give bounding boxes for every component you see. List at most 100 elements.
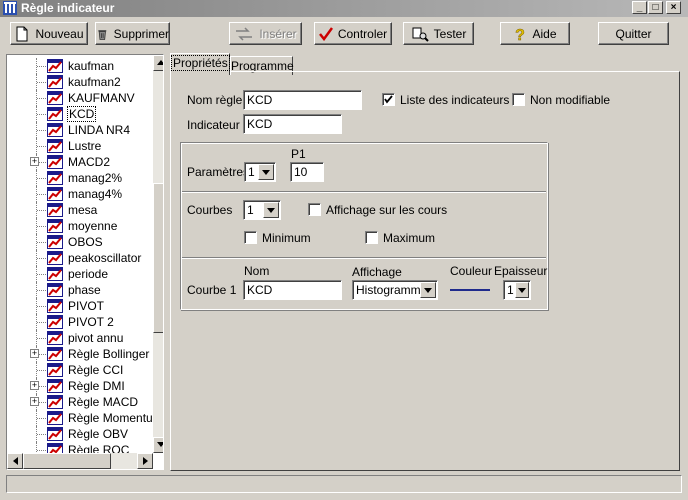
- tree-horizontal-scrollbar[interactable]: [7, 453, 153, 469]
- tree-item-label: pivot annu: [68, 331, 124, 345]
- tree-item[interactable]: LINDA NR4: [7, 122, 147, 138]
- new-document-icon: [16, 26, 28, 41]
- tree-item[interactable]: + Règle Bollinger: [7, 346, 149, 362]
- rule-tree[interactable]: kaufman kaufman2 KAUFMANV KCD LINDA NR4 Lustr…: [6, 54, 164, 470]
- indicator-chart-icon: [47, 379, 63, 393]
- courbe1-color-swatch[interactable]: [450, 289, 490, 291]
- tree-connector: [37, 434, 46, 436]
- tree-item-label: periode: [68, 267, 109, 281]
- tree-connector: [37, 274, 46, 276]
- maximize-button[interactable]: □: [648, 1, 663, 14]
- tree-connector: [37, 194, 46, 196]
- parametres-dropdown-button[interactable]: [258, 164, 274, 180]
- tree-item[interactable]: + MACD2: [7, 154, 147, 170]
- indicator-chart-icon: [47, 219, 63, 233]
- tree-item[interactable]: Règle CCI: [7, 362, 147, 378]
- tree-item[interactable]: manag4%: [7, 186, 147, 202]
- nouveau-label: Nouveau: [35, 26, 84, 41]
- tree-item-label: kaufman2: [68, 75, 121, 89]
- indicator-chart-icon: [47, 283, 63, 297]
- tree-item-label: mesa: [68, 203, 98, 217]
- liste-indicateurs-checkbox[interactable]: [382, 93, 395, 106]
- indicateur-input[interactable]: KCD: [243, 114, 342, 134]
- expand-plus-icon[interactable]: +: [30, 397, 39, 406]
- aide-label: Aide: [532, 26, 557, 41]
- tree-item[interactable]: periode: [7, 266, 147, 282]
- tree-item[interactable]: PIVOT 2: [7, 314, 147, 330]
- affichage-cours-checkbox[interactable]: [308, 203, 321, 216]
- p1-input[interactable]: 10: [290, 162, 324, 182]
- tree-item[interactable]: peakoscillator: [7, 250, 147, 266]
- tree-item-label: manag4%: [68, 187, 123, 201]
- epaisseur-dropdown-button[interactable]: [515, 282, 529, 298]
- close-button[interactable]: ×: [666, 1, 681, 14]
- expand-plus-icon[interactable]: +: [30, 157, 39, 166]
- tree-connector: [37, 290, 46, 292]
- tree-item[interactable]: KCD: [7, 106, 147, 122]
- scroll-down-button[interactable]: [153, 437, 163, 453]
- controler-button[interactable]: Controler: [314, 22, 392, 45]
- minimize-button[interactable]: _: [632, 1, 647, 14]
- nom-regle-input[interactable]: KCD: [243, 90, 362, 110]
- tree-item[interactable]: Règle Momentum: [7, 410, 163, 426]
- aide-button[interactable]: ? Aide: [500, 22, 570, 45]
- inserer-button[interactable]: Insérer: [229, 22, 302, 45]
- indicator-chart-icon: [47, 203, 63, 217]
- courbe1-epaisseur-value: 1: [507, 283, 514, 297]
- courbe1-epaisseur-select[interactable]: 1: [503, 280, 531, 300]
- indicator-chart-icon: [47, 331, 63, 345]
- tree-connector: [37, 210, 46, 212]
- tree-item[interactable]: PIVOT: [7, 298, 147, 314]
- tree-item[interactable]: Règle OBV: [7, 426, 147, 442]
- separator-1: [182, 191, 546, 193]
- courbe1-affichage-select[interactable]: Histogramme: [352, 280, 438, 300]
- svg-text:?: ?: [516, 27, 526, 42]
- tree-item[interactable]: KAUFMANV: [7, 90, 147, 106]
- supprimer-button[interactable]: Supprimer: [95, 22, 170, 45]
- tree-item[interactable]: manag2%: [7, 170, 147, 186]
- horizontal-scroll-thumb[interactable]: [23, 453, 111, 469]
- tree-item[interactable]: phase: [7, 282, 147, 298]
- tree-item-label: PIVOT: [68, 299, 105, 313]
- chevron-down-icon: [424, 288, 432, 293]
- courbes-dropdown-button[interactable]: [263, 202, 279, 218]
- maximum-checkbox[interactable]: [365, 231, 378, 244]
- courbe1-nom-input[interactable]: KCD: [243, 280, 342, 300]
- tree-connector: [37, 130, 46, 132]
- scroll-up-button[interactable]: [153, 55, 163, 71]
- tree-item[interactable]: moyenne: [7, 218, 147, 234]
- parametres-select[interactable]: 1: [244, 162, 276, 182]
- affichage-dropdown-button[interactable]: [420, 282, 436, 298]
- scroll-left-button[interactable]: [7, 453, 23, 469]
- tree-connector: [37, 338, 46, 340]
- window-title: Règle indicateur: [21, 1, 115, 15]
- courbes-select[interactable]: 1: [243, 200, 281, 220]
- tree-item[interactable]: + Règle MACD: [7, 394, 147, 410]
- non-modifiable-checkbox[interactable]: [512, 93, 525, 106]
- indicator-chart-icon: [47, 235, 63, 249]
- courbe1-affichage-value: Histogramme: [356, 283, 428, 297]
- minimum-checkbox[interactable]: [244, 231, 257, 244]
- tab-proprietes[interactable]: Propriétés: [170, 53, 230, 75]
- tester-button[interactable]: Tester: [403, 22, 474, 45]
- tree-item[interactable]: kaufman: [7, 58, 147, 74]
- tree-item[interactable]: OBOS: [7, 234, 147, 250]
- tree-connector: [37, 322, 46, 324]
- nouveau-button[interactable]: Nouveau: [10, 22, 88, 45]
- tree-item-label: moyenne: [68, 219, 118, 233]
- expand-plus-icon[interactable]: +: [30, 381, 39, 390]
- tree-item[interactable]: Lustre: [7, 138, 147, 154]
- tree-connector: [37, 226, 46, 228]
- tree-item[interactable]: kaufman2: [7, 74, 147, 90]
- tree-item[interactable]: pivot annu: [7, 330, 147, 346]
- scroll-right-button[interactable]: [137, 453, 153, 469]
- scroll-thumb[interactable]: [153, 183, 163, 333]
- tree-vertical-scrollbar[interactable]: [153, 55, 163, 453]
- expand-plus-icon[interactable]: +: [30, 349, 39, 358]
- tree-item-label: OBOS: [68, 235, 103, 249]
- tree-item[interactable]: mesa: [7, 202, 147, 218]
- tree-item[interactable]: + Règle DMI: [7, 378, 147, 394]
- tree-connector: [37, 306, 46, 308]
- quitter-button[interactable]: Quitter: [598, 22, 669, 45]
- chevron-down-icon: [262, 170, 270, 175]
